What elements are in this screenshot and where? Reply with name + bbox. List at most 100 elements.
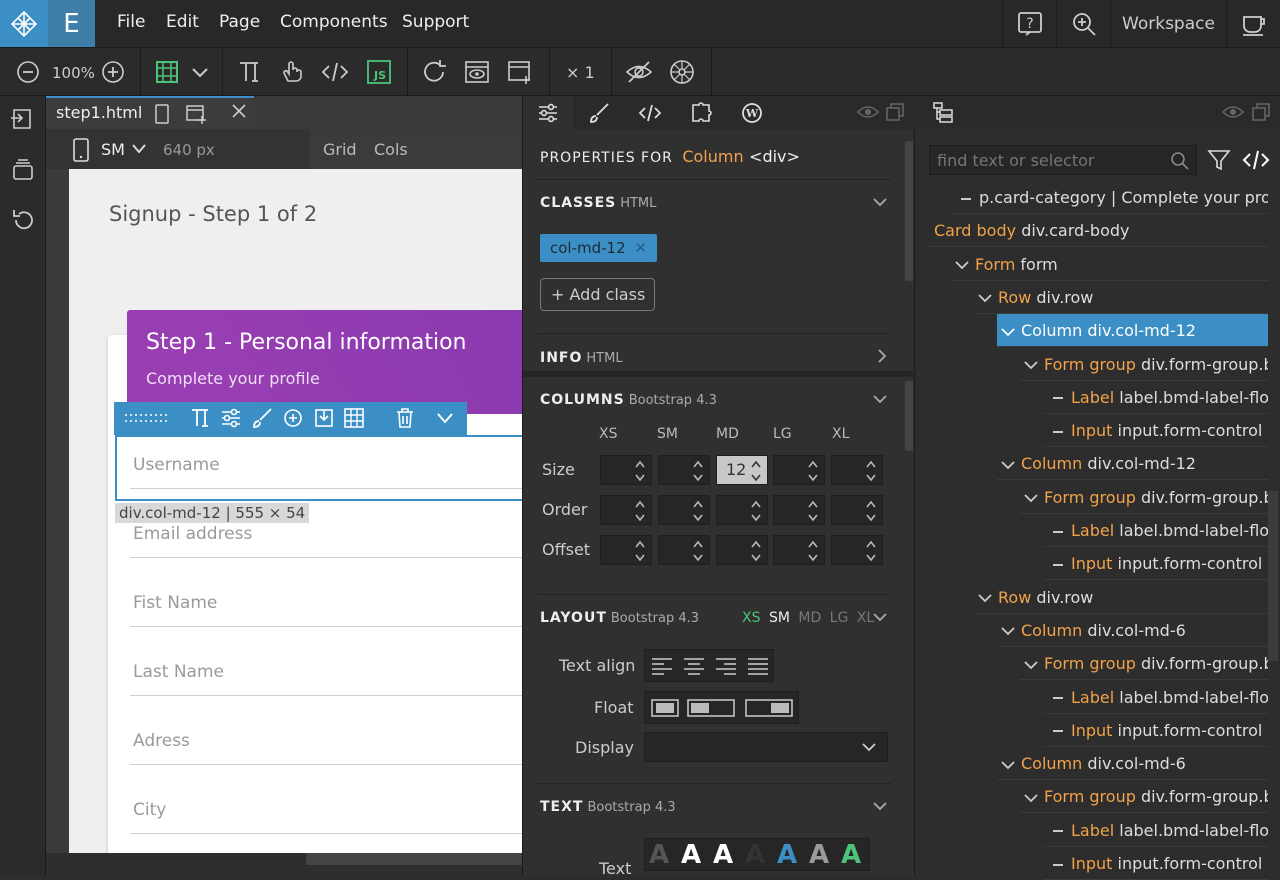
page-view-button[interactable] xyxy=(153,58,181,86)
tree-expand-chevron-icon[interactable] xyxy=(1001,327,1015,337)
zoom-search-button[interactable] xyxy=(1056,0,1110,47)
layout-bp-sm[interactable]: SM xyxy=(769,610,790,626)
layout-bp-lg[interactable]: LG xyxy=(830,610,849,626)
text-color-muted[interactable]: A xyxy=(649,840,669,870)
tree-node[interactable]: Input input.form-control xyxy=(1043,714,1268,747)
panel-undock-icon[interactable] xyxy=(885,102,905,122)
el-insert-icon[interactable] xyxy=(313,407,335,429)
tree-node[interactable]: Input input.form-control xyxy=(1043,847,1268,880)
document-tab[interactable]: step1.html xyxy=(46,96,254,129)
order-xl-spinner[interactable] xyxy=(831,495,883,525)
columns-collapse-icon[interactable] xyxy=(872,393,888,405)
tree-expand-chevron-icon[interactable] xyxy=(1001,460,1015,470)
spinner-arrows-icon[interactable] xyxy=(634,460,646,482)
remove-class-icon[interactable]: ✕ xyxy=(634,239,647,257)
spinner-arrows-icon[interactable] xyxy=(807,500,819,522)
align-right-icon[interactable] xyxy=(714,656,738,676)
tab-wordpress[interactable]: W xyxy=(727,96,777,129)
menu-support[interactable]: Support xyxy=(402,12,469,32)
offset-md-spinner[interactable] xyxy=(716,535,768,565)
size-lg-spinner[interactable] xyxy=(773,455,825,485)
layout-bp-xs[interactable]: XS xyxy=(742,610,760,626)
classes-section-title[interactable]: CLASSES HTML xyxy=(540,195,656,211)
classes-collapse-icon[interactable] xyxy=(872,196,888,208)
last-name-field[interactable]: Last Name xyxy=(130,656,522,696)
columns-scrollbar[interactable] xyxy=(905,381,913,451)
tree-visibility-icon[interactable] xyxy=(1222,104,1244,120)
tree-expand-chevron-icon[interactable] xyxy=(1001,760,1015,770)
align-justify-icon[interactable] xyxy=(746,656,770,676)
tree-node[interactable]: Column div.col-md-12 xyxy=(997,314,1268,348)
tree-node[interactable]: Label label.bmd-label-floatir xyxy=(1043,381,1268,414)
tree-expand-chevron-icon[interactable] xyxy=(978,293,992,303)
spinner-arrows-icon[interactable] xyxy=(750,500,762,522)
add-class-button[interactable]: + Add class xyxy=(540,278,655,311)
code-filter-icon[interactable] xyxy=(1242,148,1270,172)
tree-node[interactable]: Input input.form-control xyxy=(1043,414,1268,448)
text-edit-button[interactable] xyxy=(236,58,264,86)
tree-expand-chevron-icon[interactable] xyxy=(978,593,992,603)
spinner-arrows-icon[interactable] xyxy=(807,540,819,562)
layout-collapse-icon[interactable] xyxy=(872,611,888,623)
horizontal-scrollbar[interactable] xyxy=(46,853,522,875)
float-left-icon[interactable] xyxy=(687,699,735,717)
offset-xl-spinner[interactable] xyxy=(831,535,883,565)
spinner-arrows-icon[interactable] xyxy=(865,460,877,482)
editor-mode-button[interactable]: E xyxy=(48,0,95,47)
text-section-title[interactable]: TEXT Bootstrap 4.3 xyxy=(540,799,676,815)
address-field[interactable]: Adress xyxy=(130,725,522,765)
add-page-button[interactable] xyxy=(506,58,534,86)
tree-expand-chevron-icon[interactable] xyxy=(1001,626,1015,636)
new-view-icon[interactable] xyxy=(186,104,208,124)
insert-panel-button[interactable] xyxy=(10,106,36,132)
workspace-button[interactable]: Workspace xyxy=(1110,0,1226,47)
cols-toggle[interactable]: Cols xyxy=(374,140,408,159)
tab-styles[interactable] xyxy=(574,96,624,129)
tree-node[interactable]: Form group div.form-group.bm xyxy=(1020,481,1268,514)
el-settings-icon[interactable] xyxy=(220,407,242,429)
history-button[interactable] xyxy=(10,207,36,233)
tab-code[interactable] xyxy=(625,96,675,129)
el-delete-icon[interactable] xyxy=(394,407,416,429)
zoom-in-button[interactable] xyxy=(99,58,127,86)
text-color-primary[interactable]: A xyxy=(777,840,797,870)
float-none-icon[interactable] xyxy=(651,699,679,717)
spinner-arrows-icon[interactable] xyxy=(750,460,762,482)
tree-node[interactable]: Label label.bmd-label-floatir xyxy=(1043,681,1268,714)
el-grid-icon[interactable] xyxy=(343,407,365,429)
multiplier-label[interactable]: × 1 xyxy=(566,63,595,82)
tree-node[interactable]: Column div.col-md-6 xyxy=(997,747,1268,781)
tree-expand-chevron-icon[interactable] xyxy=(1024,493,1038,503)
text-color-dark[interactable]: A xyxy=(745,840,765,870)
menu-components[interactable]: Components xyxy=(280,12,388,32)
tree-node[interactable]: Label label.bmd-label-floatir xyxy=(1043,514,1268,547)
tree-icon[interactable] xyxy=(932,101,954,123)
tree-node[interactable]: Form group div.form-group.bm xyxy=(1020,647,1268,681)
tree-node[interactable]: Column div.col-md-12 xyxy=(997,447,1268,481)
scrollbar-thumb[interactable] xyxy=(306,853,522,865)
help-button[interactable]: ? xyxy=(1002,0,1056,47)
size-xl-spinner[interactable] xyxy=(831,455,883,485)
tree-node[interactable]: Form form xyxy=(951,248,1268,281)
spinner-arrows-icon[interactable] xyxy=(750,540,762,562)
size-xs-spinner[interactable] xyxy=(600,455,652,485)
offset-lg-spinner[interactable] xyxy=(773,535,825,565)
spinner-arrows-icon[interactable] xyxy=(865,500,877,522)
tree-node[interactable]: Label label.bmd-label-floatir xyxy=(1043,814,1268,847)
tree-node[interactable]: Row div.row xyxy=(974,581,1268,614)
filter-icon[interactable] xyxy=(1206,147,1232,173)
size-sm-spinner[interactable] xyxy=(658,455,710,485)
coffee-button[interactable] xyxy=(1226,0,1280,47)
city-field[interactable]: City xyxy=(130,794,522,834)
text-color-light[interactable]: A xyxy=(713,840,733,870)
panel-visibility-icon[interactable] xyxy=(857,104,879,120)
library-button[interactable] xyxy=(10,157,36,183)
tab-components[interactable] xyxy=(676,96,726,129)
display-select[interactable] xyxy=(644,732,888,762)
text-color-success[interactable]: A xyxy=(841,840,861,870)
spinner-arrows-icon[interactable] xyxy=(807,460,819,482)
spinner-arrows-icon[interactable] xyxy=(634,500,646,522)
layout-bp-md[interactable]: MD xyxy=(798,610,821,626)
hide-button[interactable] xyxy=(625,58,653,86)
columns-section-title[interactable]: COLUMNS Bootstrap 4.3 xyxy=(540,392,717,408)
